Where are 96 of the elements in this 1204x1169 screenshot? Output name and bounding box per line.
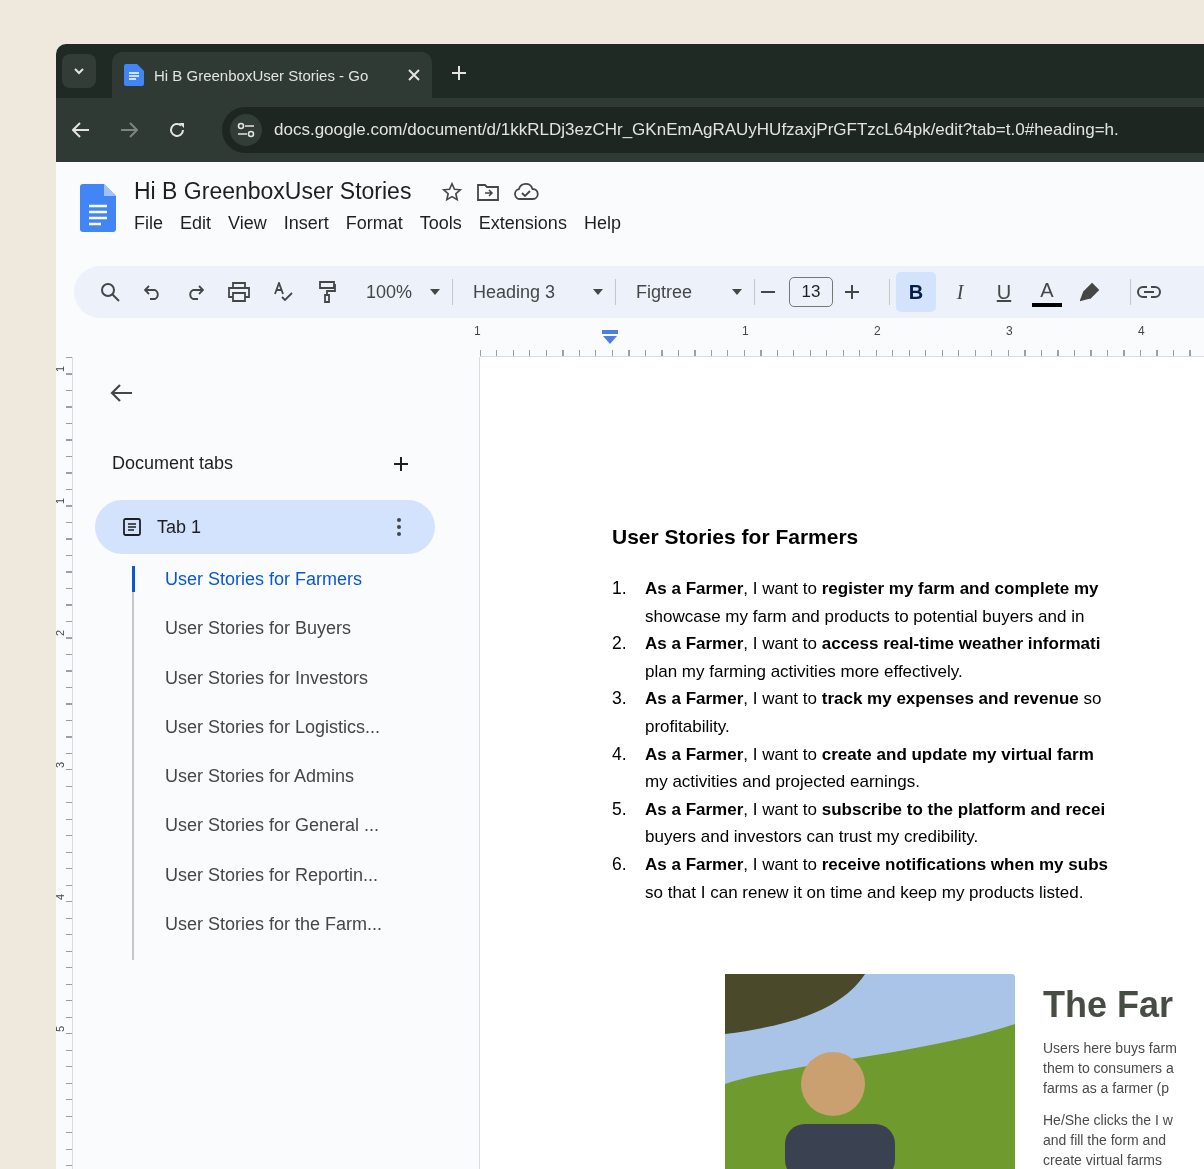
list-item-text: As a Farmer, I want to register my farm and complete my <box>645 578 1099 600</box>
outline-item[interactable]: User Stories for Admins <box>132 763 479 813</box>
sidebar-heading: Document tabs <box>112 453 234 474</box>
document-icon <box>123 518 141 536</box>
ruler-number: 4 <box>56 893 67 901</box>
menu-item[interactable]: Help <box>577 211 632 236</box>
embedded-text: farms as a farmer (p <box>1043 1079 1171 1099</box>
ruler-number: 2 <box>874 324 881 338</box>
list-number: 6. <box>612 852 628 876</box>
ruler-number: 3 <box>56 761 67 769</box>
outline-item[interactable]: User Stories for Buyers <box>132 615 479 665</box>
address-bar[interactable]: docs.google.com/document/d/1kkRLDj3ezCHr_GKnEmAgRAUyHUfzaxjPrGFTzcL64pk/edit?tab=t.0#heading=h. <box>222 107 1204 153</box>
list-number: 4. <box>612 742 628 766</box>
ruler-number: 3 <box>1006 324 1013 338</box>
caret-icon <box>732 289 742 295</box>
new-tab-icon[interactable] <box>452 66 466 80</box>
list-item-text: so that I can renew it on time and keep my products listed. <box>645 881 1085 904</box>
menu-item[interactable]: Insert <box>277 211 340 236</box>
underline-button[interactable]: U <box>984 272 1024 312</box>
section-heading: User Stories for Farmers <box>612 525 860 549</box>
outline-item[interactable]: User Stories for General ... <box>132 812 479 862</box>
menu-item[interactable]: Extensions <box>472 211 578 236</box>
more-options-icon[interactable] <box>397 518 401 536</box>
outline-item[interactable]: User Stories for Logistics... <box>132 713 479 764</box>
ruler-number: 2 <box>56 629 67 637</box>
ruler-number: 1 <box>56 497 67 505</box>
undo-icon[interactable] <box>144 284 162 300</box>
document-tab[interactable]: Tab 1 <box>95 500 435 554</box>
print-icon[interactable] <box>228 282 250 302</box>
ruler-number: 1 <box>474 324 481 338</box>
plus-icon[interactable] <box>845 285 859 299</box>
highlighter-icon[interactable] <box>1080 282 1100 302</box>
paint-format-icon[interactable] <box>318 281 336 303</box>
back-arrow-icon[interactable] <box>109 383 133 403</box>
reload-icon[interactable] <box>168 121 186 139</box>
document-title[interactable]: Hi B GreenboxUser Stories <box>134 178 412 205</box>
outline-item[interactable]: User Stories for the Farm... <box>132 911 479 961</box>
list-item-text: As a Farmer, I want to access real-time weather informati <box>645 633 1101 656</box>
add-tab-icon[interactable] <box>394 456 408 471</box>
embedded-text: and fill the form and <box>1043 1131 1167 1151</box>
link-icon[interactable] <box>1137 285 1161 299</box>
embedded-text: Users here buys farm <box>1043 1039 1177 1059</box>
list-item-text: plan my farming activities more effectively. <box>645 660 964 683</box>
list-item-text: showcase my farm and products to potential buyers and in <box>645 605 1086 628</box>
tab-search-button[interactable] <box>62 54 96 88</box>
back-icon[interactable] <box>72 122 90 138</box>
folder-icon[interactable] <box>477 181 500 202</box>
list-item-text: my activities and projected earnings. <box>645 771 921 794</box>
ruler-number: 1 <box>56 365 67 373</box>
docs-logo-icon[interactable] <box>80 184 116 232</box>
caret-icon <box>593 289 603 295</box>
list-item-text: As a Farmer, I want to create and update my virtual farm <box>645 743 1094 766</box>
outline-item[interactable]: User Stories for Investors <box>132 664 479 714</box>
ruler-number: 1 <box>742 324 749 338</box>
list-number: 1. <box>612 577 628 600</box>
list-number: 3. <box>612 687 628 711</box>
menu-item[interactable]: Format <box>339 211 414 236</box>
close-icon[interactable] <box>408 69 420 81</box>
list-item-text: buyers and investors can trust my credibility. <box>645 826 980 849</box>
cloud-check-icon[interactable] <box>513 181 540 202</box>
tab-label: Tab 1 <box>157 516 203 538</box>
list-item-text: As a Farmer, I want to subscribe to the platform and recei <box>645 798 1106 821</box>
font-size-field[interactable]: 13 <box>789 277 833 307</box>
outline-item[interactable]: User Stories for Reportin... <box>132 861 479 912</box>
embedded-text: them to consumers a <box>1043 1059 1175 1079</box>
spellcheck-icon[interactable] <box>274 282 294 302</box>
ruler-number: 5 <box>56 1025 67 1033</box>
forward-icon[interactable] <box>120 122 138 138</box>
menu-item[interactable]: Tools <box>413 211 473 236</box>
document-icon <box>124 64 144 86</box>
list-number: 5. <box>612 797 628 821</box>
browser-tab[interactable]: Hi B GreenboxUser Stories - Go <box>112 52 432 98</box>
indent-marker-icon[interactable] <box>602 330 618 344</box>
text-color-button[interactable]: A <box>1032 277 1062 307</box>
menu-item[interactable]: View <box>222 211 278 236</box>
ruler-number: 4 <box>1138 324 1145 338</box>
italic-button[interactable]: I <box>940 272 980 312</box>
embedded-text: create virtual farms <box>1043 1151 1164 1169</box>
bold-button[interactable]: B <box>896 272 936 312</box>
star-icon[interactable] <box>441 180 464 203</box>
embedded-text: He/She clicks the I w <box>1043 1111 1174 1131</box>
embedded-title: The Far <box>1043 984 1175 1027</box>
search-icon[interactable] <box>100 282 120 302</box>
list-item-text: As a Farmer, I want to receive notifications when my subs <box>645 853 1108 876</box>
list-item-text: As a Farmer, I want to track my expenses and revenue so <box>645 688 1102 711</box>
list-number: 2. <box>612 632 628 656</box>
menu-item[interactable]: File <box>128 211 174 236</box>
font-dropdown[interactable]: Figtree <box>622 274 748 310</box>
caret-icon <box>430 289 440 295</box>
menu-item[interactable]: Edit <box>174 211 223 236</box>
list-item-text: profitability. <box>645 715 731 738</box>
site-settings-icon[interactable] <box>237 122 255 138</box>
zoom-dropdown[interactable]: 100% <box>360 274 446 310</box>
redo-icon[interactable] <box>186 284 204 300</box>
tab-title: Hi B GreenboxUser Stories - Go <box>154 66 370 84</box>
style-dropdown[interactable]: Heading 3 <box>459 274 609 310</box>
